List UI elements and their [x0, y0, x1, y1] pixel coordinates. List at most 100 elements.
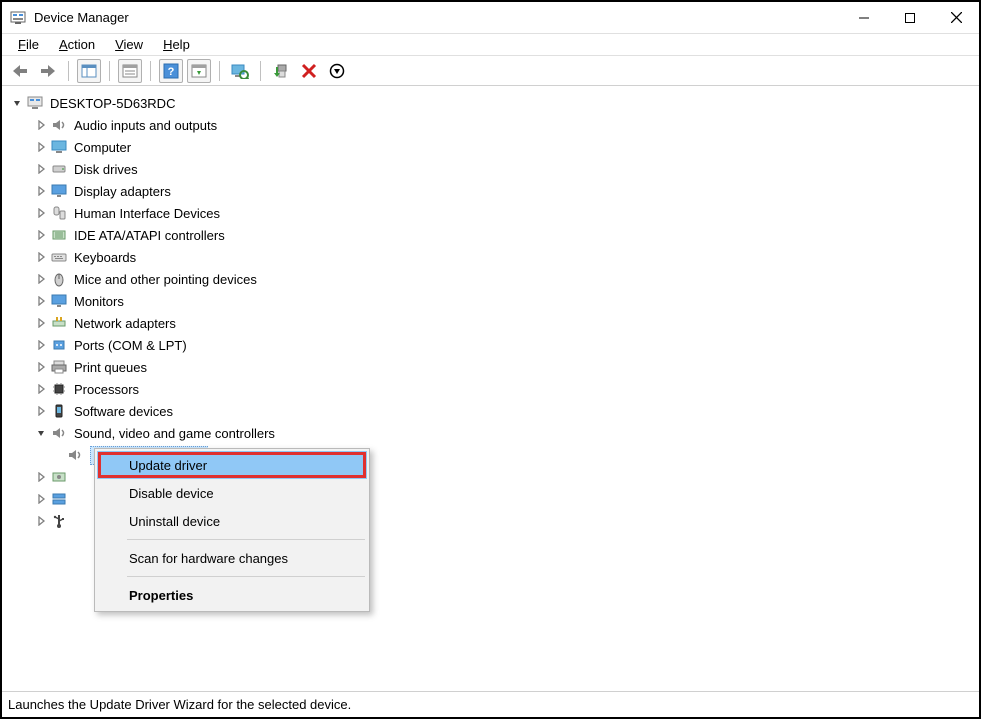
- menubar: File Action View Help: [2, 34, 979, 56]
- help-button[interactable]: ?: [159, 59, 183, 83]
- minimize-button[interactable]: [841, 2, 887, 34]
- chevron-right-icon[interactable]: [34, 382, 48, 396]
- tree-category-label: Software devices: [74, 404, 173, 419]
- toolbar-separator: [68, 61, 69, 81]
- context-menu-separator: [127, 576, 365, 577]
- back-button[interactable]: [8, 59, 32, 83]
- speaker-icon: [66, 446, 84, 464]
- menu-action[interactable]: Action: [49, 35, 105, 54]
- menu-view[interactable]: View: [105, 35, 153, 54]
- context-menu-update-driver[interactable]: Update driver: [97, 451, 367, 479]
- titlebar: Device Manager: [2, 2, 979, 34]
- tree-category[interactable]: Processors: [6, 378, 975, 400]
- computer-icon: [50, 138, 68, 156]
- tree-root[interactable]: DESKTOP-5D63RDC: [6, 92, 975, 114]
- show-hide-tree-button[interactable]: [77, 59, 101, 83]
- audio-icon: [50, 116, 68, 134]
- update-driver-toolbar-button[interactable]: [269, 59, 293, 83]
- computer-root-icon: [26, 94, 44, 112]
- chevron-right-icon[interactable]: [34, 470, 48, 484]
- keyboard-icon: [50, 248, 68, 266]
- chevron-right-icon[interactable]: [34, 140, 48, 154]
- chevron-right-icon[interactable]: [34, 228, 48, 242]
- tree-category-label: IDE ATA/ATAPI controllers: [74, 228, 225, 243]
- statusbar-text: Launches the Update Driver Wizard for th…: [8, 697, 351, 712]
- context-menu-item-label: Uninstall device: [129, 514, 220, 529]
- device-tree[interactable]: DESKTOP-5D63RDC Audio inputs and outputs…: [2, 86, 979, 691]
- toolbar-separator: [150, 61, 151, 81]
- printer-icon: [50, 358, 68, 376]
- chevron-right-icon[interactable]: [34, 162, 48, 176]
- tree-category[interactable]: Human Interface Devices: [6, 202, 975, 224]
- action-button[interactable]: [187, 59, 211, 83]
- context-menu-item-label: Properties: [129, 588, 193, 603]
- tree-category-label: Print queues: [74, 360, 147, 375]
- tree-category[interactable]: Audio inputs and outputs: [6, 114, 975, 136]
- menu-file[interactable]: File: [8, 35, 49, 54]
- chevron-right-icon[interactable]: [34, 360, 48, 374]
- port-icon: [50, 336, 68, 354]
- disable-device-button[interactable]: [325, 59, 349, 83]
- display-icon: [50, 182, 68, 200]
- tree-category-label: Monitors: [74, 294, 124, 309]
- tree-category[interactable]: Sound, video and game controllers: [6, 422, 975, 444]
- cpu-icon: [50, 380, 68, 398]
- disk-icon: [50, 160, 68, 178]
- chevron-right-icon[interactable]: [34, 294, 48, 308]
- device-manager-app-icon: [10, 10, 26, 26]
- mouse-icon: [50, 270, 68, 288]
- properties-button[interactable]: [118, 59, 142, 83]
- chevron-right-icon[interactable]: [34, 184, 48, 198]
- tree-category[interactable]: Keyboards: [6, 246, 975, 268]
- tree-category-label: Display adapters: [74, 184, 171, 199]
- tree-category-label: Audio inputs and outputs: [74, 118, 217, 133]
- uninstall-device-button[interactable]: [297, 59, 321, 83]
- menu-help[interactable]: Help: [153, 35, 200, 54]
- chevron-right-icon[interactable]: [34, 206, 48, 220]
- chevron-right-icon[interactable]: [34, 316, 48, 330]
- sound-icon: [50, 424, 68, 442]
- tree-category[interactable]: Ports (COM & LPT): [6, 334, 975, 356]
- context-menu-scan-hardware[interactable]: Scan for hardware changes: [97, 544, 367, 572]
- context-menu-uninstall-device[interactable]: Uninstall device: [97, 507, 367, 535]
- tree-category-label: Sound, video and game controllers: [74, 426, 275, 441]
- tree-category[interactable]: Display adapters: [6, 180, 975, 202]
- toolbar-separator: [260, 61, 261, 81]
- window-controls: [841, 2, 979, 34]
- tree-category[interactable]: IDE ATA/ATAPI controllers: [6, 224, 975, 246]
- tree-category-label: Mice and other pointing devices: [74, 272, 257, 287]
- chevron-right-icon[interactable]: [34, 338, 48, 352]
- hid-icon: [50, 204, 68, 222]
- chevron-right-icon[interactable]: [34, 492, 48, 506]
- context-menu-disable-device[interactable]: Disable device: [97, 479, 367, 507]
- tree-category-label: Processors: [74, 382, 139, 397]
- statusbar: Launches the Update Driver Wizard for th…: [2, 691, 979, 717]
- tree-category-label: Network adapters: [74, 316, 176, 331]
- usb-icon: [50, 512, 68, 530]
- software-icon: [50, 402, 68, 420]
- chevron-right-icon[interactable]: [34, 404, 48, 418]
- tree-category[interactable]: Mice and other pointing devices: [6, 268, 975, 290]
- chevron-right-icon[interactable]: [34, 118, 48, 132]
- chevron-down-icon[interactable]: [34, 426, 48, 440]
- chevron-down-icon[interactable]: [10, 96, 24, 110]
- chevron-right-icon[interactable]: [34, 272, 48, 286]
- chevron-right-icon[interactable]: [34, 250, 48, 264]
- tree-category[interactable]: Network adapters: [6, 312, 975, 334]
- tree-category[interactable]: Software devices: [6, 400, 975, 422]
- tree-category[interactable]: Monitors: [6, 290, 975, 312]
- forward-button[interactable]: [36, 59, 60, 83]
- tree-category[interactable]: Disk drives: [6, 158, 975, 180]
- toolbar: ?: [2, 56, 979, 86]
- chevron-right-icon[interactable]: [34, 514, 48, 528]
- tree-category[interactable]: Print queues: [6, 356, 975, 378]
- tree-root-label: DESKTOP-5D63RDC: [50, 96, 175, 111]
- storage-icon: [50, 490, 68, 508]
- close-button[interactable]: [933, 2, 979, 34]
- scan-hardware-button[interactable]: [228, 59, 252, 83]
- context-menu-separator: [127, 539, 365, 540]
- tree-category[interactable]: Computer: [6, 136, 975, 158]
- tree-category-label: Ports (COM & LPT): [74, 338, 187, 353]
- maximize-button[interactable]: [887, 2, 933, 34]
- context-menu-properties[interactable]: Properties: [97, 581, 367, 609]
